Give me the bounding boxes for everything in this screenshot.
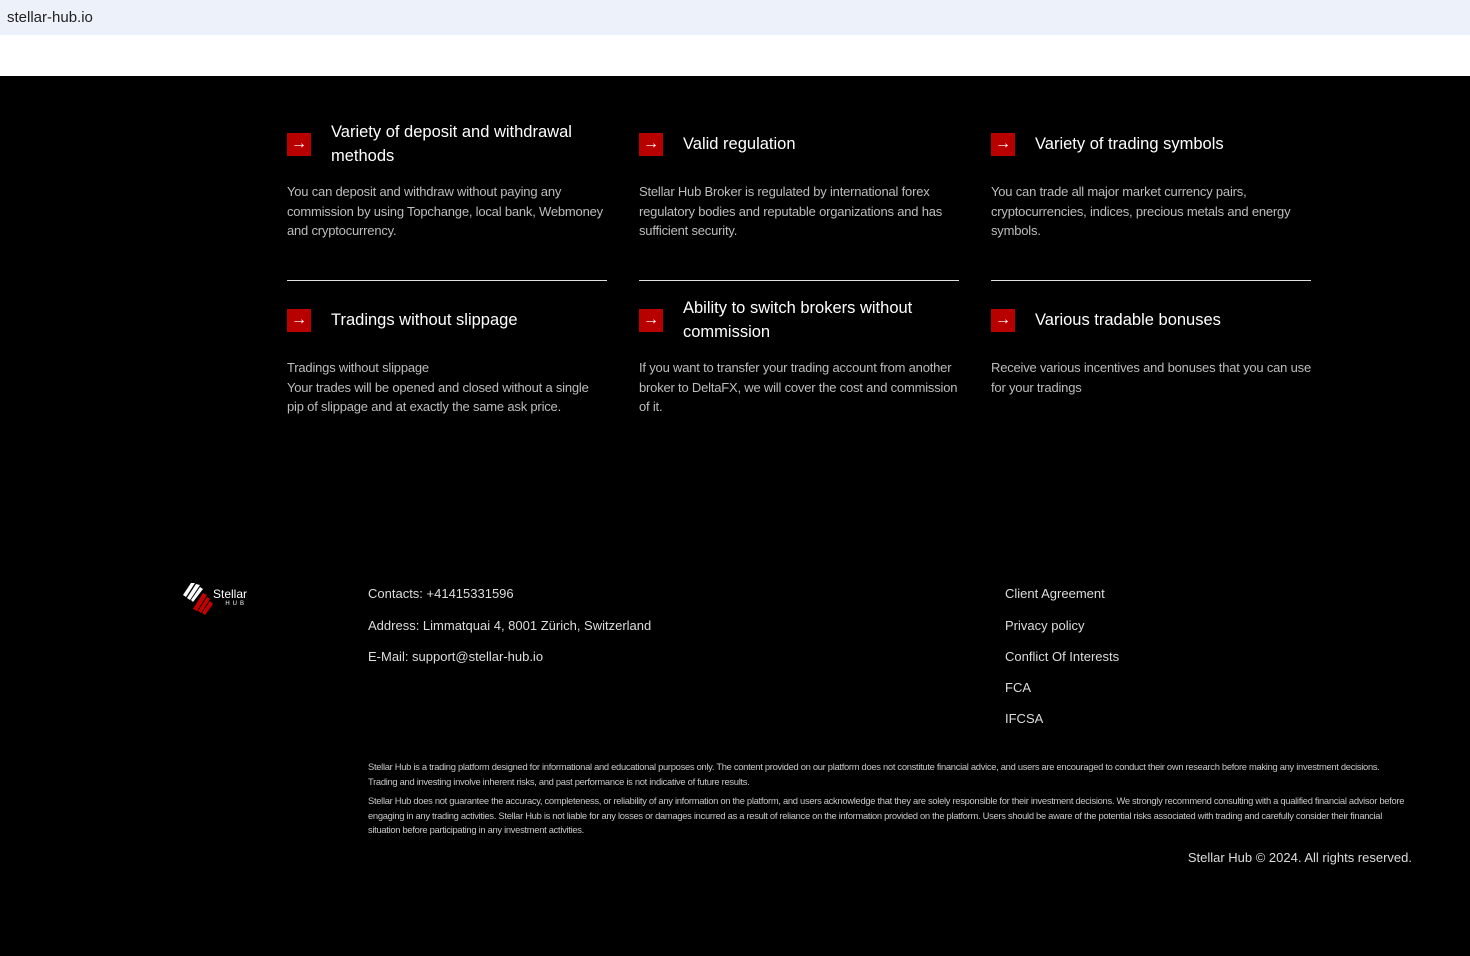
arrow-right-icon: → xyxy=(287,132,311,156)
disclaimer: Stellar Hub is a trading platform design… xyxy=(368,760,1408,843)
contact-email[interactable]: E-Mail: support@stellar-hub.io xyxy=(368,649,543,664)
feature-title: Ability to switch brokers without commis… xyxy=(683,299,913,341)
contact-address: Address: Limmatquai 4, 8001 Zürich, Swit… xyxy=(368,618,652,633)
feature-description: If you want to transfer your trading acc… xyxy=(639,360,958,414)
disclaimer-paragraph: Stellar Hub is a trading platform design… xyxy=(368,761,1380,787)
arrow-right-icon: → xyxy=(991,308,1015,332)
copyright: Stellar Hub © 2024. All rights reserved. xyxy=(1187,850,1412,865)
feature-description: Stellar Hub Broker is regulated by inter… xyxy=(639,184,943,238)
feature-title: Variety of deposit and withdrawal method… xyxy=(331,123,572,165)
link-client-agreement[interactable]: Client Agreement xyxy=(1005,586,1105,601)
arrow-right-icon: → xyxy=(639,308,663,332)
feature-card: → Tradings without slippage Tradings witho… xyxy=(287,296,607,417)
feature-title: Tradings without slippage xyxy=(331,311,518,329)
link-ifcsa[interactable]: IFCSA xyxy=(1005,711,1043,726)
feature-description: Receive various incentives and bonuses t… xyxy=(991,360,1311,395)
arrow-right-icon: → xyxy=(639,132,663,156)
feature-card: → Various tradable bonuses Receive various… xyxy=(991,296,1311,397)
disclaimer-paragraph: Stellar Hub does not guarantee the accur… xyxy=(368,795,1405,835)
feature-card: → Variety of trading symbols You can trade… xyxy=(991,120,1311,241)
header-spacer xyxy=(0,35,1470,76)
feature-card: → Ability to switch brokers without commi… xyxy=(639,296,959,417)
divider xyxy=(991,280,1311,281)
divider xyxy=(639,280,959,281)
arrow-right-icon: → xyxy=(287,308,311,332)
feature-description: You can deposit and withdraw without pay… xyxy=(287,184,603,238)
feature-title: Variety of trading symbols xyxy=(1035,135,1224,153)
stellar-hub-logo[interactable]: Stellar HUB xyxy=(183,583,247,615)
feature-card: → Valid regulation Stellar Hub Broker is r… xyxy=(639,120,959,241)
feature-title: Valid regulation xyxy=(683,135,796,153)
feature-card: → Variety of deposit and withdrawal metho… xyxy=(287,120,607,241)
feature-description: Tradings without slippage Your trades wi… xyxy=(287,360,589,414)
arrow-right-icon: → xyxy=(991,132,1015,156)
link-privacy-policy[interactable]: Privacy policy xyxy=(1005,618,1084,633)
logo-mark-icon xyxy=(183,583,213,615)
divider xyxy=(287,280,607,281)
link-fca[interactable]: FCA xyxy=(1005,680,1031,695)
contact-phone[interactable]: Contacts: +41415331596 xyxy=(368,586,514,601)
link-conflict-of-interests[interactable]: Conflict Of Interests xyxy=(1005,649,1119,664)
feature-description: You can trade all major market currency … xyxy=(991,184,1291,238)
url-text: stellar-hub.io xyxy=(7,9,93,26)
logo-name: Stellar xyxy=(213,587,248,601)
address-bar[interactable]: stellar-hub.io xyxy=(0,0,1470,35)
feature-title: Various tradable bonuses xyxy=(1035,311,1221,329)
